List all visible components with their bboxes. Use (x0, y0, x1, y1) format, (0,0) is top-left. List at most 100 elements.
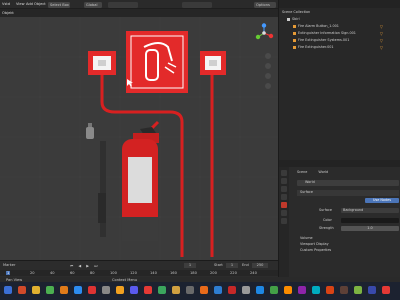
tick-label: 120 (130, 271, 137, 275)
viewport-header: Vstd View Add Object Select Box Global O… (0, 0, 278, 9)
tool-tab-icon[interactable] (281, 170, 287, 176)
app-icon-11[interactable] (186, 286, 194, 294)
fire-alarm-button-left (88, 51, 116, 75)
app-icon-12[interactable] (200, 286, 208, 294)
outliner-item-0[interactable]: Fire Alarm Button_1.001 ▽ (293, 24, 399, 30)
material-tab-icon[interactable] (281, 218, 287, 224)
status-pan-view: Pan View (6, 277, 23, 282)
scene-breadcrumb[interactable]: Scene (297, 170, 307, 174)
outliner-item-3[interactable]: Fire Extinguisher.001 ▽ (293, 45, 399, 51)
object-icon (293, 24, 296, 28)
menu-view[interactable]: Vstd (2, 2, 10, 6)
menu-view-2[interactable]: View (16, 2, 25, 6)
scene-collection-label: Scene Collection (282, 10, 311, 14)
use-nodes-row: Use Nodes (297, 198, 399, 204)
select-box-dropdown[interactable]: Select Box (48, 1, 70, 8)
app-icon-13[interactable] (214, 286, 222, 294)
folder-icon[interactable] (32, 286, 40, 294)
app-icon-5[interactable] (102, 286, 110, 294)
fire-alarm-button-right (200, 51, 226, 75)
playback-controls[interactable]: ⏮ ◀ ▶ ⏭ (70, 263, 130, 268)
app-icon-24[interactable] (368, 286, 376, 294)
output-tab-icon[interactable] (281, 186, 287, 192)
world-tab-icon[interactable] (281, 202, 287, 208)
warning-icon: ▽ (379, 38, 383, 43)
app-icon-21[interactable] (326, 286, 334, 294)
collection-row[interactable]: Sbirl (287, 17, 400, 23)
warning-icon: ▽ (379, 45, 383, 50)
surface-shader-field[interactable]: Background (341, 208, 399, 213)
app-icon-6[interactable] (116, 286, 124, 294)
app-icon-17[interactable] (270, 286, 278, 294)
navigation-gizmo[interactable] (254, 23, 274, 43)
blender-icon[interactable] (60, 286, 68, 294)
warning-icon: ▽ (379, 31, 383, 36)
world-breadcrumb[interactable]: World (318, 170, 328, 174)
collection-icon (287, 17, 290, 21)
tick-label: 240 (250, 271, 257, 275)
surface-panel-header[interactable]: Surface (297, 190, 399, 196)
app-icon-16[interactable] (256, 286, 264, 294)
grid-view-icon[interactable] (265, 83, 271, 89)
outliner-item-1[interactable]: Extinguisher Information Sign.001 ▽ (293, 31, 399, 37)
zoom-icon[interactable] (265, 53, 271, 59)
color-swatch[interactable] (341, 218, 399, 223)
pan-hand-icon[interactable] (265, 63, 271, 69)
tick-label: 20 (30, 271, 35, 275)
menu-object[interactable]: Object (34, 2, 46, 6)
snap-tools[interactable] (108, 1, 138, 8)
app-icon-1[interactable] (18, 286, 26, 294)
playhead[interactable]: 1 (6, 271, 11, 275)
outliner-panel: Scene Collection Sbirl Fire Alarm Button… (278, 0, 400, 160)
app-icon-9[interactable] (158, 286, 166, 294)
tick-label: 180 (190, 271, 197, 275)
start-frame-field[interactable]: 1 (226, 263, 238, 268)
3d-viewport[interactable] (0, 17, 278, 260)
world-name-field[interactable]: World (297, 180, 399, 186)
transform-orientation-dropdown[interactable]: Global (84, 1, 102, 8)
app-icon-20[interactable] (312, 286, 320, 294)
scene-tab-icon[interactable] (281, 194, 287, 200)
app-icon-3[interactable] (74, 286, 82, 294)
app-icon-15[interactable] (242, 286, 250, 294)
app-icon-14[interactable] (228, 286, 236, 294)
app-icon-22[interactable] (340, 286, 348, 294)
outliner-item-2[interactable]: Fire Extinguisher Systems.001 ▽ (293, 38, 399, 44)
app-icon-25[interactable] (382, 286, 390, 294)
shading-buttons[interactable] (182, 1, 212, 8)
tick-label: 100 (110, 271, 117, 275)
scene-collection-row[interactable]: Scene Collection (282, 10, 396, 16)
app-icon-19[interactable] (298, 286, 306, 294)
object-icon (293, 38, 296, 42)
app-icon-23[interactable] (354, 286, 362, 294)
viewport-subheader: Objekt (0, 9, 278, 17)
app-icon-18[interactable] (284, 286, 292, 294)
properties-header (279, 160, 400, 167)
tick-label: 80 (90, 271, 95, 275)
start-menu-icon[interactable] (4, 286, 12, 294)
app-icon-2[interactable] (46, 286, 54, 294)
timeline-marker-menu[interactable]: Marker (3, 263, 15, 267)
mode-label[interactable]: Objekt (2, 11, 14, 15)
os-taskbar (0, 282, 400, 300)
end-frame-field[interactable]: 250 (252, 263, 268, 268)
app-icon-8[interactable] (144, 286, 152, 294)
surface-row: Surface Background (297, 208, 399, 214)
render-tab-icon[interactable] (281, 178, 287, 184)
tick-label: 160 (170, 271, 177, 275)
app-icon-7[interactable] (130, 286, 138, 294)
frame-ruler[interactable]: 1 20 40 60 80 100 120 140 160 180 200 22… (0, 270, 278, 276)
app-icon-10[interactable] (172, 286, 180, 294)
object-tab-icon[interactable] (281, 210, 287, 216)
current-frame-field[interactable]: 1 (184, 263, 196, 268)
app-icon-4[interactable] (88, 286, 96, 294)
object-icon (293, 31, 296, 35)
options-dropdown[interactable]: Options (254, 1, 276, 8)
use-nodes-button[interactable]: Use Nodes (365, 198, 399, 203)
strength-field[interactable]: 1.0 (341, 226, 399, 231)
camera-icon[interactable] (265, 73, 271, 79)
custom-properties-panel-header[interactable]: Custom Properties (297, 248, 399, 254)
menu-add[interactable]: Add (26, 2, 33, 6)
extinguisher-sign (126, 31, 188, 93)
properties-panel: Scene World World Surface Use Nodes Surf… (278, 160, 400, 282)
